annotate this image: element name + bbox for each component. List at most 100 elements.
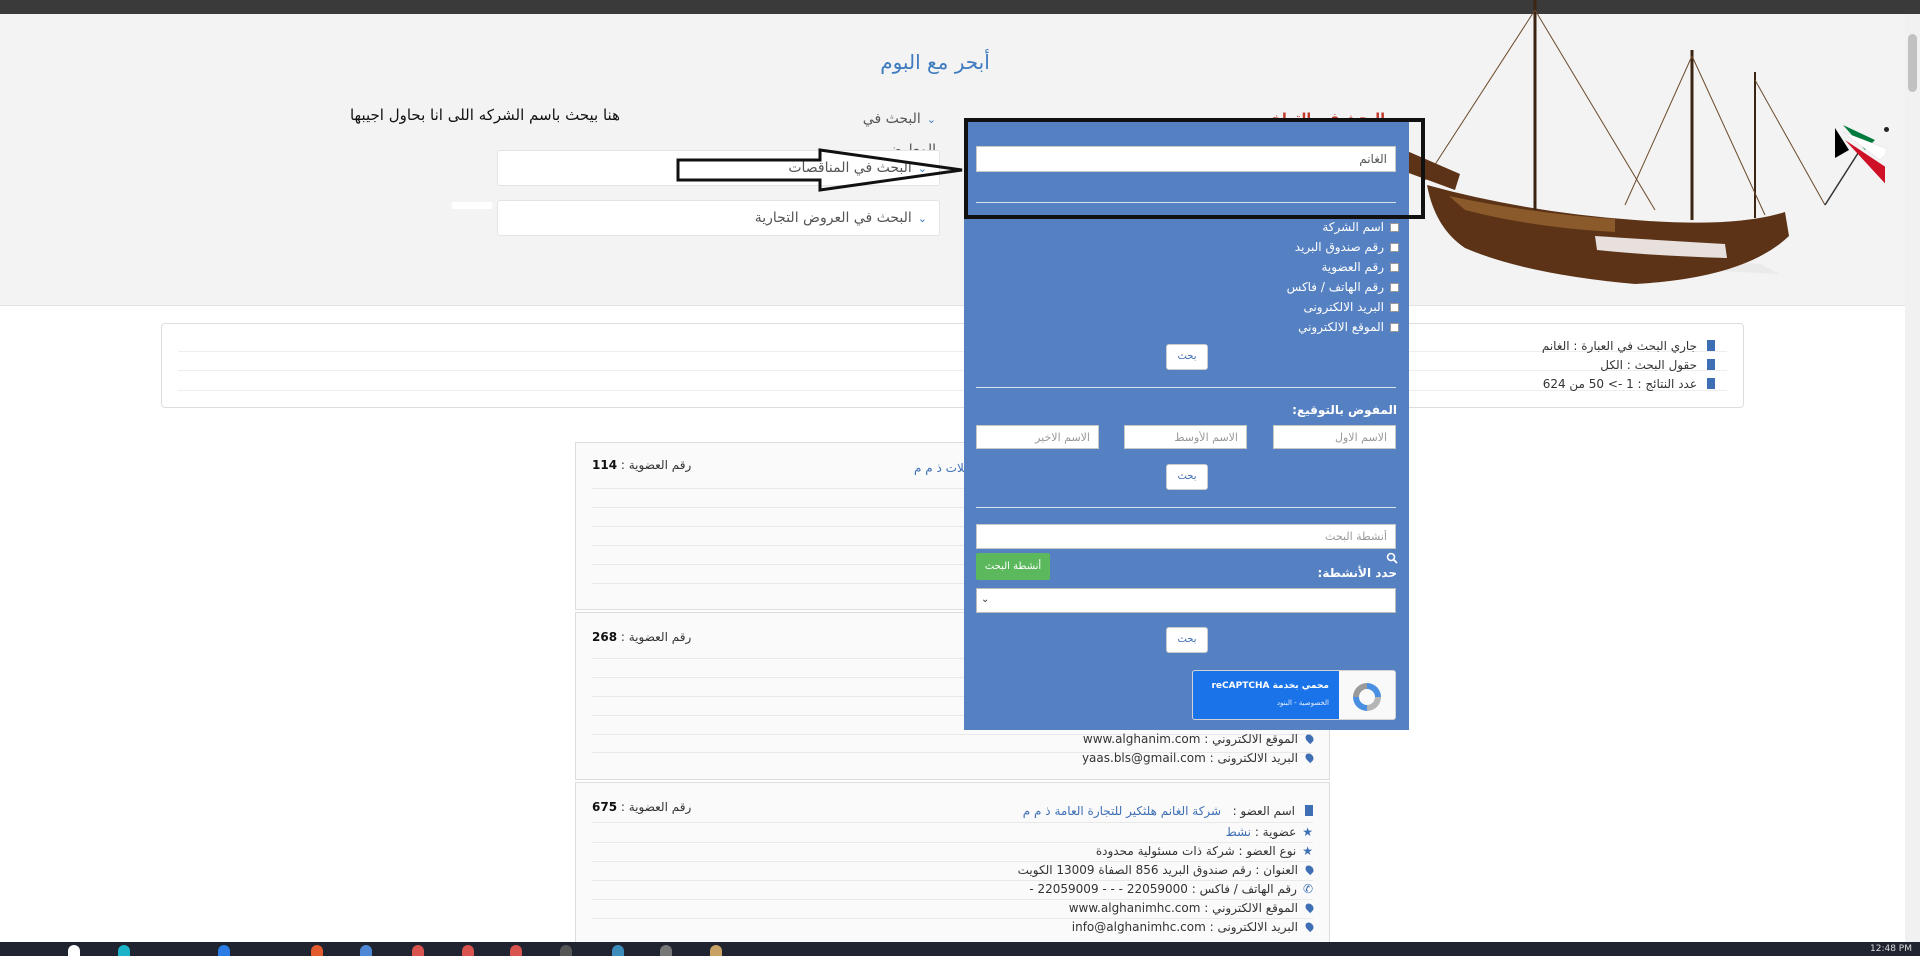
membership-label: رقم العضوية : <box>620 458 692 472</box>
signatory-search-button[interactable]: بحث <box>1166 464 1208 490</box>
search-dropdown-panel: اسم الشركة رقم صندوق البريد رقم العضوية … <box>964 120 1409 730</box>
building-icon <box>1305 805 1313 816</box>
activities-submit-button[interactable]: بحث <box>1166 627 1208 653</box>
building-icon <box>1707 340 1715 351</box>
checkbox-membership-number[interactable]: رقم العضوية <box>1321 260 1399 274</box>
divider <box>592 861 1313 862</box>
checkbox-label: رقم العضوية <box>1321 260 1385 274</box>
summary-count-text: عدد النتائج : 1 -> 50 من 624 <box>1542 377 1697 391</box>
os-taskbar <box>0 942 1920 956</box>
app-icon[interactable] <box>612 945 624 956</box>
divider <box>976 507 1396 508</box>
app-icon[interactable] <box>462 945 474 956</box>
divider <box>976 387 1396 388</box>
phone-row: ✆ رقم الهاتف / فاكس : 22059000 - - - 2205… <box>1029 882 1313 896</box>
recaptcha-widget[interactable]: محمي بخدمة reCAPTCHA الخصوصية - البنود <box>1192 670 1396 720</box>
checkbox-box[interactable] <box>1390 323 1399 332</box>
header-gap <box>452 202 492 209</box>
star-icon: ★ <box>1302 844 1313 858</box>
membership-status-row: ★ عضوية : نشط <box>1226 825 1313 839</box>
status-label: عضوية : <box>1254 825 1297 839</box>
building-icon <box>1707 378 1715 389</box>
checkbox-label: رقم صندوق البريد <box>1294 240 1384 254</box>
first-name-input[interactable] <box>1273 425 1396 449</box>
membership-value: 268 <box>592 630 618 644</box>
member-name-row: اسم العضو : شركة الغانم هلثكير للتجارة ا… <box>1023 804 1313 818</box>
divider <box>178 390 1727 391</box>
checkbox-phone-fax[interactable]: رقم الهاتف / فاكس <box>1287 280 1399 294</box>
search-summary-panel: جاري البحث في العبارة : الغانم حقول البح… <box>161 323 1744 408</box>
map-marker-icon <box>1303 920 1316 933</box>
middle-name-input[interactable] <box>1124 425 1247 449</box>
start-icon[interactable] <box>68 945 80 956</box>
app-icon[interactable] <box>311 945 323 956</box>
member-type-row: ★ نوع العضو : شركة ذات مسئولية محدودة <box>1096 844 1313 858</box>
activities-search-button[interactable]: أنشطة البحث <box>976 553 1050 580</box>
status-value: نشط <box>1225 825 1251 839</box>
app-icon[interactable] <box>412 945 424 956</box>
checkbox-website[interactable]: الموقع الالكتروني <box>1298 320 1399 334</box>
map-marker-icon <box>1303 863 1316 876</box>
last-name-input[interactable] <box>976 425 1099 449</box>
email-row: البريد الالكترونى : yaas.bls@gmail.com <box>1081 751 1316 765</box>
page-scrollbar[interactable] <box>1905 14 1920 942</box>
company-search-input[interactable] <box>976 146 1396 172</box>
website-text: الموقع الالكتروني : www.alghanim.com <box>1082 732 1298 746</box>
building-icon <box>1707 359 1715 370</box>
recaptcha-badge <box>1193 671 1339 719</box>
star-icon: ★ <box>1302 825 1313 839</box>
membership-number: رقم العضوية : 114 <box>592 458 691 472</box>
summary-phrase: جاري البحث في العبارة : الغانم <box>1542 339 1715 353</box>
checkbox-box[interactable] <box>1390 243 1399 252</box>
member-name-label: اسم العضو : <box>1232 804 1295 818</box>
search-button[interactable]: بحث <box>1166 344 1208 370</box>
app-icon[interactable] <box>218 945 230 956</box>
recaptcha-title: محمي بخدمة reCAPTCHA <box>1211 681 1329 691</box>
checkbox-company-name[interactable]: اسم الشركة <box>1322 220 1399 234</box>
summary-phrase-text: جاري البحث في العبارة : الغانم <box>1541 339 1697 353</box>
app-icon[interactable] <box>710 945 722 956</box>
app-icon[interactable] <box>360 945 372 956</box>
member-name-link[interactable]: ـلات ذ م م <box>914 461 968 475</box>
email-text: البريد الالكترونى : yaas.bls@gmail.com <box>1081 751 1298 765</box>
membership-number: رقم العضوية : 268 <box>592 630 691 644</box>
address-text: العنوان : رقم صندوق البريد 856 الصفاة 13… <box>1017 863 1298 877</box>
email-row: البريد الالكترونى : info@alghanimhc.com <box>1071 920 1316 934</box>
user-annotation-text: هنا بيحث باسم الشركه اللى انا بحاول اجيب… <box>349 106 620 124</box>
map-marker-icon <box>1303 751 1316 764</box>
checkbox-label: البريد الالكترونى <box>1303 300 1384 314</box>
website-text: الموقع الالكتروني : www.alghanimhc.com <box>1068 901 1298 915</box>
activities-label: حدد الأنشطة: <box>1317 566 1397 580</box>
checkbox-box[interactable] <box>1390 303 1399 312</box>
membership-number: رقم العضوية : 675 <box>592 800 691 814</box>
map-marker-icon <box>1303 732 1316 745</box>
phone-icon: ✆ <box>1302 882 1313 896</box>
checkbox-label: اسم الشركة <box>1322 220 1384 234</box>
app-icon[interactable] <box>510 945 522 956</box>
app-icon[interactable] <box>560 945 572 956</box>
email-text: البريد الالكترونى : info@alghanimhc.com <box>1071 920 1298 934</box>
summary-fields: حقول البحث : الكل <box>1600 358 1715 372</box>
app-icon[interactable] <box>660 945 672 956</box>
summary-fields-text: حقول البحث : الكل <box>1600 358 1697 372</box>
activities-select[interactable]: ⌄ <box>976 588 1396 613</box>
checkbox-box[interactable] <box>1390 223 1399 232</box>
checkbox-box[interactable] <box>1390 283 1399 292</box>
recaptcha-terms[interactable]: الخصوصية - البنود <box>1277 699 1329 707</box>
checkbox-label: رقم الهاتف / فاكس <box>1286 280 1384 294</box>
result-card: رقم العضوية : 675 اسم العضو : شركة الغان… <box>575 782 1330 942</box>
member-name-link[interactable]: شركة الغانم هلثكير للتجارة العامة ذ م م <box>1023 804 1221 818</box>
app-icon[interactable] <box>118 945 130 956</box>
summary-count: عدد النتائج : 1 -> 50 من 624 <box>1543 377 1715 391</box>
scrollbar-thumb[interactable] <box>1908 34 1917 92</box>
accordion-offers[interactable]: ⌄ البحث في العروض التجارية <box>497 200 940 236</box>
checkbox-email[interactable]: البريد الالكترونى <box>1303 300 1399 314</box>
chevron-down-icon: ⌄ <box>917 212 927 225</box>
dhow-ship-image <box>1405 0 1885 284</box>
activities-search-input[interactable] <box>976 524 1396 549</box>
checkbox-box[interactable] <box>1390 263 1399 272</box>
search-icon[interactable] <box>1386 552 1398 564</box>
page-title: أبحر مع البوم <box>880 50 990 74</box>
accordion-exhibitions[interactable]: ⌄البحث في المعارض <box>808 104 936 158</box>
checkbox-po-box[interactable]: رقم صندوق البريد <box>1295 240 1399 254</box>
